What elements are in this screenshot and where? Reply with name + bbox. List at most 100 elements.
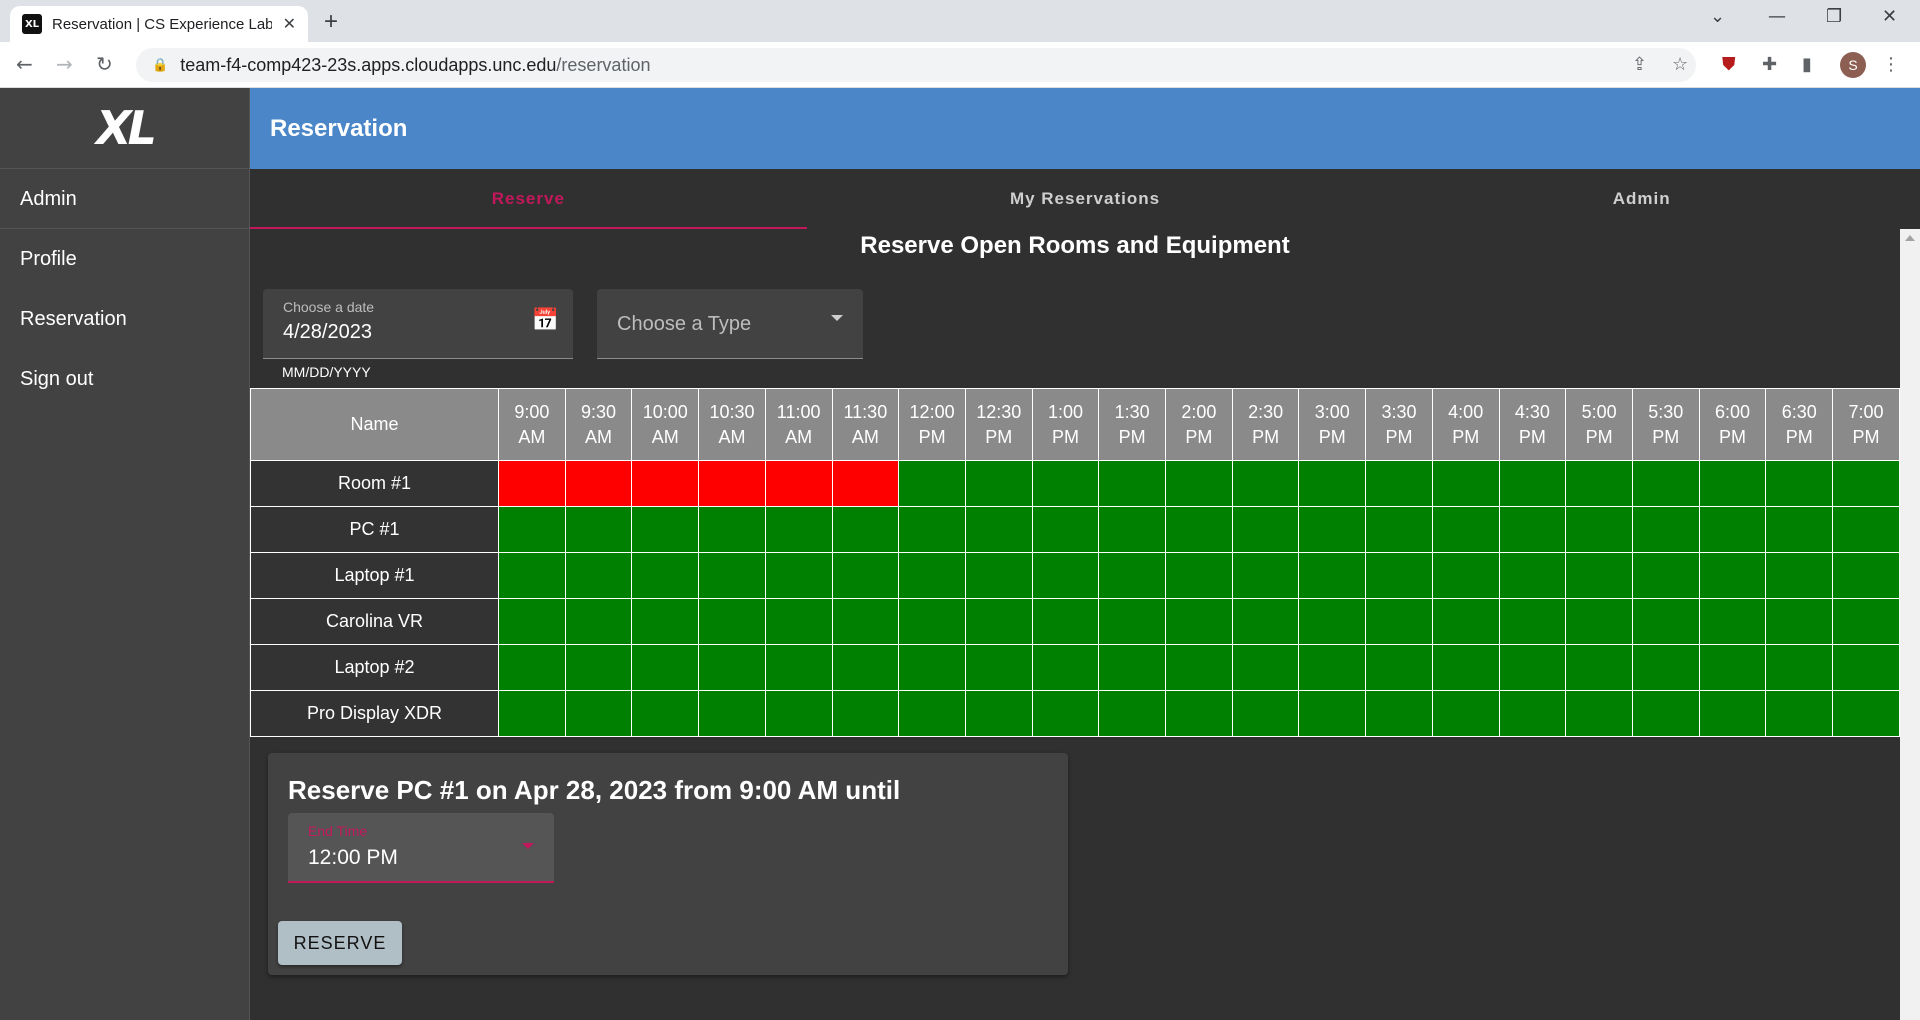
- available-slot[interactable]: [1698, 506, 1767, 553]
- extensions-puzzle-icon[interactable]: ✚: [1762, 54, 1777, 75]
- available-slot[interactable]: [1298, 690, 1367, 737]
- available-slot[interactable]: [1565, 506, 1633, 553]
- available-slot[interactable]: [698, 552, 766, 599]
- available-slot[interactable]: [1298, 460, 1367, 507]
- available-slot[interactable]: [1298, 552, 1367, 599]
- available-slot[interactable]: [1765, 598, 1834, 645]
- available-slot[interactable]: [1631, 460, 1700, 507]
- browser-tab[interactable]: XL Reservation | CS Experience Labs ✕: [10, 6, 308, 42]
- available-slot[interactable]: [831, 552, 900, 599]
- new-tab-icon[interactable]: +: [324, 8, 338, 36]
- share-icon[interactable]: ⇪: [1632, 54, 1647, 75]
- available-slot[interactable]: [631, 598, 700, 645]
- minimize-icon[interactable]: —: [1768, 6, 1786, 27]
- available-slot[interactable]: [1832, 598, 1900, 645]
- available-slot[interactable]: [1165, 690, 1233, 737]
- available-slot[interactable]: [964, 460, 1033, 507]
- available-slot[interactable]: [1765, 644, 1834, 691]
- available-slot[interactable]: [1365, 552, 1433, 599]
- available-slot[interactable]: [1231, 552, 1300, 599]
- tab-admin[interactable]: Admin: [1363, 169, 1920, 229]
- available-slot[interactable]: [898, 690, 966, 737]
- available-slot[interactable]: [1832, 690, 1900, 737]
- available-slot[interactable]: [1098, 460, 1167, 507]
- type-select[interactable]: Choose a Type: [597, 289, 863, 359]
- available-slot[interactable]: [1431, 552, 1500, 599]
- available-slot[interactable]: [1298, 598, 1367, 645]
- available-slot[interactable]: [564, 506, 633, 553]
- available-slot[interactable]: [1698, 644, 1767, 691]
- available-slot[interactable]: [1832, 460, 1900, 507]
- available-slot[interactable]: [1431, 690, 1500, 737]
- available-slot[interactable]: [564, 644, 633, 691]
- available-slot[interactable]: [964, 644, 1033, 691]
- available-slot[interactable]: [1165, 460, 1233, 507]
- available-slot[interactable]: [964, 690, 1033, 737]
- available-slot[interactable]: [698, 644, 766, 691]
- available-slot[interactable]: [1031, 644, 1100, 691]
- available-slot[interactable]: [1098, 598, 1167, 645]
- available-slot[interactable]: [698, 506, 766, 553]
- available-slot[interactable]: [1031, 690, 1100, 737]
- available-slot[interactable]: [1165, 644, 1233, 691]
- available-slot[interactable]: [498, 690, 566, 737]
- available-slot[interactable]: [1565, 644, 1633, 691]
- available-slot[interactable]: [898, 460, 966, 507]
- restore-icon[interactable]: ❐: [1826, 6, 1842, 27]
- available-slot[interactable]: [1098, 644, 1167, 691]
- available-slot[interactable]: [1631, 644, 1700, 691]
- nav-sign-out[interactable]: Sign out: [0, 349, 249, 409]
- available-slot[interactable]: [1365, 644, 1433, 691]
- available-slot[interactable]: [1031, 552, 1100, 599]
- available-slot[interactable]: [1698, 552, 1767, 599]
- xl-logo[interactable]: XL: [0, 88, 249, 169]
- available-slot[interactable]: [698, 690, 766, 737]
- available-slot[interactable]: [1231, 460, 1300, 507]
- side-panel-icon[interactable]: ▮: [1802, 54, 1812, 75]
- tab-reserve[interactable]: Reserve: [250, 169, 807, 229]
- available-slot[interactable]: [1498, 690, 1567, 737]
- available-slot[interactable]: [1498, 598, 1567, 645]
- available-slot[interactable]: [1765, 506, 1834, 553]
- available-slot[interactable]: [1565, 690, 1633, 737]
- profile-avatar[interactable]: S: [1840, 52, 1866, 78]
- available-slot[interactable]: [1765, 690, 1834, 737]
- available-slot[interactable]: [564, 690, 633, 737]
- bookmark-star-icon[interactable]: ☆: [1672, 54, 1688, 75]
- scroll-up-icon[interactable]: [1905, 235, 1915, 241]
- ublock-extension-icon[interactable]: ⛊: [1722, 54, 1736, 75]
- available-slot[interactable]: [1765, 552, 1834, 599]
- available-slot[interactable]: [764, 644, 833, 691]
- available-slot[interactable]: [498, 506, 566, 553]
- available-slot[interactable]: [1631, 552, 1700, 599]
- available-slot[interactable]: [1298, 506, 1367, 553]
- tab-my-reservations[interactable]: My Reservations: [807, 169, 1364, 229]
- available-slot[interactable]: [1698, 598, 1767, 645]
- available-slot[interactable]: [1165, 506, 1233, 553]
- available-slot[interactable]: [1431, 460, 1500, 507]
- available-slot[interactable]: [564, 598, 633, 645]
- available-slot[interactable]: [898, 552, 966, 599]
- available-slot[interactable]: [1098, 506, 1167, 553]
- available-slot[interactable]: [831, 506, 900, 553]
- reload-icon[interactable]: ↻: [96, 52, 113, 76]
- address-bar[interactable]: 🔒 team-f4-comp423-23s.apps.cloudapps.unc…: [136, 48, 1696, 82]
- available-slot[interactable]: [1631, 506, 1700, 553]
- available-slot[interactable]: [964, 552, 1033, 599]
- available-slot[interactable]: [1298, 644, 1367, 691]
- available-slot[interactable]: [1498, 460, 1567, 507]
- available-slot[interactable]: [1231, 690, 1300, 737]
- available-slot[interactable]: [764, 598, 833, 645]
- end-time-select[interactable]: End Time 12:00 PM: [288, 813, 554, 883]
- available-slot[interactable]: [1565, 552, 1633, 599]
- available-slot[interactable]: [1165, 552, 1233, 599]
- date-field-value[interactable]: 4/28/2023: [283, 321, 372, 344]
- available-slot[interactable]: [1098, 552, 1167, 599]
- available-slot[interactable]: [631, 552, 700, 599]
- available-slot[interactable]: [964, 598, 1033, 645]
- available-slot[interactable]: [1565, 460, 1633, 507]
- available-slot[interactable]: [1832, 644, 1900, 691]
- available-slot[interactable]: [498, 644, 566, 691]
- available-slot[interactable]: [1631, 690, 1700, 737]
- date-picker-field[interactable]: Choose a date 4/28/2023 📅: [263, 289, 573, 359]
